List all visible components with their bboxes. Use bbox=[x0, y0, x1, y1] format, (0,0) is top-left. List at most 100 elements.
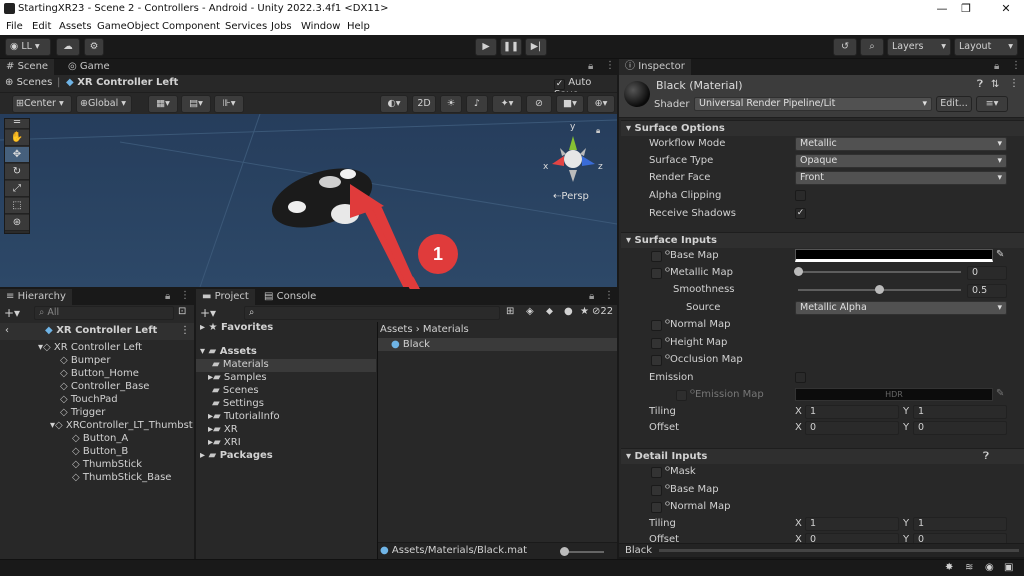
search-icon: ⌕ bbox=[249, 307, 255, 318]
list-item[interactable]: ◇ ThumbStick_Base bbox=[72, 470, 171, 486]
preview-resize-handle[interactable] bbox=[659, 549, 1019, 552]
search-by-tag-icon[interactable]: ⬥ bbox=[546, 306, 553, 317]
project-path: Assets › Materials bbox=[380, 324, 469, 335]
layout-dropdown[interactable]: Layout ▾ bbox=[954, 38, 1018, 56]
detail-inputs-header[interactable]: ▾ Detail Inputs ❓︎ bbox=[621, 448, 1024, 464]
tab-project[interactable]: ▬ Project bbox=[196, 289, 255, 305]
render-face-dropdown[interactable]: Front bbox=[795, 171, 1007, 185]
inspector-title: Black (Material) bbox=[656, 79, 743, 92]
project-lock-icon[interactable]: 🔒︎ bbox=[589, 291, 594, 302]
folder-icon: ▰ bbox=[213, 424, 221, 435]
tab-console[interactable]: ▤ Console bbox=[258, 289, 322, 305]
smoothness-value-field[interactable]: 0.5 bbox=[967, 284, 1007, 298]
path-materials[interactable]: Materials bbox=[423, 324, 469, 335]
hierarchy-root[interactable]: ◆ XR Controller Left bbox=[45, 325, 157, 336]
hierarchy-search-input[interactable]: ⌕ All bbox=[34, 306, 174, 320]
emission-picker-icon[interactable]: ✎ bbox=[996, 388, 1004, 399]
surface-type-dropdown[interactable]: Opaque bbox=[795, 154, 1007, 168]
bake-icon[interactable]: ▣ bbox=[1004, 562, 1013, 573]
hierarchy-add-button[interactable]: +▾ bbox=[4, 306, 20, 320]
base-color-swatch[interactable] bbox=[795, 249, 993, 262]
preset-icon[interactable]: ⇅ bbox=[991, 79, 999, 90]
close-button[interactable]: ✕ bbox=[991, 1, 1021, 17]
cache-icon[interactable]: ≋ bbox=[965, 562, 973, 573]
color-picker-icon[interactable]: ✎ bbox=[996, 249, 1004, 260]
hidden-packages-toggle[interactable]: ⊘22 bbox=[592, 306, 613, 317]
component-menu-icon[interactable]: ⋮ bbox=[1009, 78, 1019, 89]
detail-normal-map-slot[interactable] bbox=[651, 502, 662, 513]
hierarchy-filter-icon[interactable]: ⊡ bbox=[178, 306, 186, 317]
info-icon: ⓘ bbox=[625, 61, 635, 72]
inspector-footer: Black bbox=[619, 543, 1024, 557]
project-search-input[interactable]: ⌕ bbox=[244, 306, 500, 320]
detail-tiling-y-field[interactable]: 1 bbox=[913, 517, 1007, 531]
normal-map-slot[interactable] bbox=[651, 320, 662, 331]
progress-icon[interactable]: ◉ bbox=[985, 562, 994, 573]
tab-hierarchy[interactable]: ≡ Hierarchy bbox=[0, 289, 72, 305]
smoothness-slider-handle[interactable] bbox=[875, 285, 884, 294]
layers-dropdown[interactable]: Layers ▾ bbox=[887, 38, 951, 56]
offset-x-field[interactable]: 0 bbox=[805, 421, 899, 435]
detail-offset-x-field[interactable]: 0 bbox=[805, 533, 899, 543]
zoom-slider-handle[interactable] bbox=[560, 547, 569, 556]
height-map-slot[interactable] bbox=[651, 338, 662, 349]
metallic-slider[interactable] bbox=[798, 271, 961, 273]
occlusion-map-slot[interactable] bbox=[651, 355, 662, 366]
tiling-x-field[interactable]: 1 bbox=[805, 405, 899, 419]
base-map-label: ᴼBase Map bbox=[665, 250, 719, 261]
maximize-button[interactable]: ❐ bbox=[951, 1, 981, 17]
detail-help-icon[interactable]: ❓︎ bbox=[983, 449, 989, 464]
metallic-value-field[interactable]: 0 bbox=[967, 266, 1007, 280]
hierarchy-more-icon[interactable]: ⋮ bbox=[180, 290, 190, 301]
prefab-icon: ◆ bbox=[45, 325, 53, 336]
alpha-clipping-checkbox[interactable] bbox=[795, 190, 806, 201]
hierarchy-lock-icon[interactable]: 🔒︎ bbox=[165, 291, 170, 302]
inspector-lock-icon[interactable]: 🔒︎ bbox=[994, 61, 999, 72]
history-button[interactable]: ↺ bbox=[833, 38, 857, 56]
back-icon[interactable]: ‹ bbox=[5, 325, 9, 336]
tiling-y-field[interactable]: 1 bbox=[913, 405, 1007, 419]
alert-icon[interactable]: ● bbox=[564, 306, 573, 317]
detail-tiling-x-field[interactable]: 1 bbox=[805, 517, 899, 531]
inspector-more-icon[interactable]: ⋮ bbox=[1011, 60, 1021, 71]
surface-inputs-header[interactable]: ▾ Surface Inputs bbox=[621, 232, 1024, 248]
help-icon[interactable]: ❓︎ bbox=[977, 79, 983, 90]
receive-shadows-label: Receive Shadows bbox=[649, 208, 736, 219]
tab-inspector[interactable]: ⓘ Inspector bbox=[619, 59, 691, 75]
detail-offset-y-field[interactable]: 0 bbox=[913, 533, 1007, 543]
offset-y-field[interactable]: 0 bbox=[913, 421, 1007, 435]
project-more-icon[interactable]: ⋮ bbox=[604, 290, 614, 301]
zoom-slider[interactable] bbox=[564, 551, 604, 553]
inspector-header: Black (Material) ❓︎ ⇅ ⋮ Shader Universal… bbox=[619, 75, 1024, 118]
path-assets[interactable]: Assets bbox=[380, 324, 413, 335]
detail-tiling-x-label: X bbox=[795, 518, 802, 529]
base-map-slot[interactable] bbox=[651, 251, 662, 262]
emission-color-swatch[interactable]: HDR bbox=[795, 388, 993, 401]
file-item-black[interactable]: ● Black bbox=[391, 337, 430, 353]
shader-options-button[interactable]: ≡▾ bbox=[976, 96, 1008, 112]
favorite-icon[interactable]: ★ bbox=[580, 306, 589, 317]
emission-map-slot[interactable] bbox=[676, 390, 687, 401]
expand-icon: ▾ bbox=[626, 123, 632, 134]
hierarchy-root-menu-icon[interactable]: ⋮ bbox=[180, 325, 190, 336]
shader-dropdown[interactable]: Universal Render Pipeline/Lit bbox=[694, 97, 932, 111]
metallic-slider-handle[interactable] bbox=[794, 267, 803, 276]
edit-shader-button[interactable]: Edit... bbox=[936, 96, 972, 112]
receive-shadows-checkbox[interactable]: ✓ bbox=[795, 208, 806, 219]
list-icon: ≡ bbox=[985, 98, 994, 109]
debug-icon[interactable]: ✸ bbox=[945, 562, 953, 573]
metallic-map-slot[interactable] bbox=[651, 268, 662, 279]
project-status-bar: ● Assets/Materials/Black.mat bbox=[378, 542, 617, 560]
emission-checkbox[interactable] bbox=[795, 372, 806, 383]
source-dropdown[interactable]: Metallic Alpha bbox=[795, 301, 1007, 315]
project-add-button[interactable]: +▾ bbox=[200, 306, 216, 320]
search-by-label-icon[interactable]: ◈ bbox=[526, 306, 534, 317]
detail-base-map-slot[interactable] bbox=[651, 485, 662, 496]
packages-folder[interactable]: ▸ ▰ Packages bbox=[200, 448, 273, 464]
workflow-dropdown[interactable]: Metallic bbox=[795, 137, 1007, 151]
search-button[interactable]: ⌕ bbox=[860, 38, 884, 56]
surface-options-header[interactable]: ▾ Surface Options bbox=[621, 120, 1024, 136]
detail-mask-slot[interactable] bbox=[651, 467, 662, 478]
search-by-type-icon[interactable]: ⊞ bbox=[506, 306, 514, 317]
favorites-folder[interactable]: ▸ ★ Favorites bbox=[200, 320, 273, 336]
